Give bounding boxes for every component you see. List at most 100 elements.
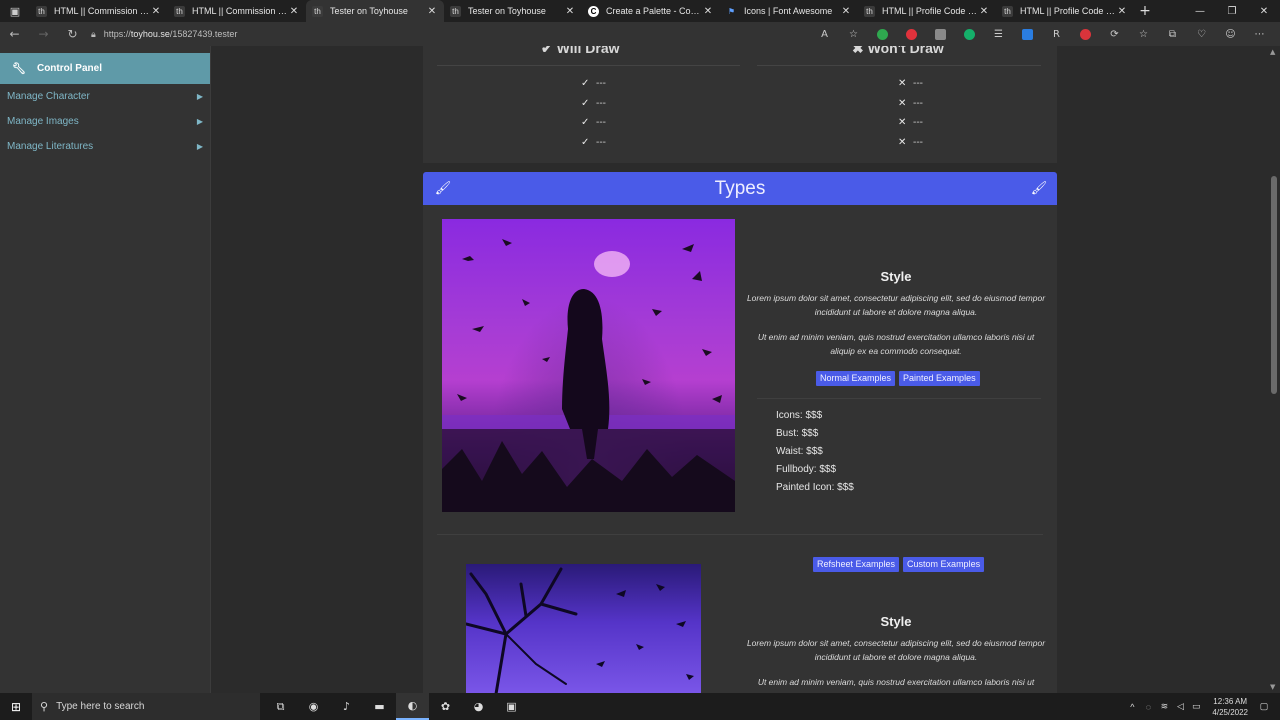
divider — [437, 65, 740, 66]
taskbar-search[interactable]: ⚲ Type here to search — [32, 693, 260, 720]
style-example-image — [466, 564, 701, 693]
sidebar-item-manage-images[interactable]: Manage Images ▶ — [0, 109, 210, 134]
toyhouse-icon: th — [174, 5, 185, 17]
discord-icon[interactable]: ◕ — [462, 693, 495, 720]
browser-tab-bar: ▣ thHTML || Commission Code✕ thHTML || C… — [0, 0, 1280, 22]
close-tab-icon[interactable]: ✕ — [1116, 6, 1128, 17]
extension-r-icon[interactable]: R — [1042, 22, 1071, 46]
edge-browser-icon[interactable]: ◐ — [396, 693, 429, 720]
control-panel-header[interactable]: 🔧︎ Control Panel — [0, 53, 210, 84]
tab-actions-icon[interactable]: ▣ — [0, 0, 30, 22]
windows-taskbar: ⊞ ⚲ Type here to search ⧉ ◉ ♪ ▬ ◐ ✿ ◕ ▣ … — [0, 693, 1280, 720]
extension-blue-icon[interactable] — [1013, 22, 1042, 46]
window-controls: — ❐ ✕ — [1184, 6, 1280, 17]
close-window-icon[interactable]: ✕ — [1248, 6, 1280, 17]
scroll-down-icon[interactable]: ▼ — [1270, 683, 1275, 691]
x-icon: ✕ — [898, 117, 907, 128]
will-draw-heading: ✔ Will Draw — [541, 46, 620, 57]
minimize-icon[interactable]: — — [1184, 6, 1216, 17]
font-awesome-icon: ⚑ — [727, 6, 736, 16]
app-swirl-icon[interactable]: ◉ — [297, 693, 330, 720]
refsheet-examples-button[interactable]: Refsheet Examples — [813, 557, 900, 572]
browser-tab[interactable]: th Tester on Toyhouse ✕ — [444, 0, 582, 22]
more-options-icon[interactable]: ⋯ — [1245, 22, 1274, 46]
tab-label: Create a Palette - Coolors — [606, 6, 702, 16]
extension-green-icon[interactable] — [868, 22, 897, 46]
style-title: Style — [880, 614, 912, 629]
search-placeholder: Type here to search — [56, 701, 145, 712]
close-tab-icon[interactable]: ✕ — [150, 6, 162, 17]
clock-time: 12:36 AM — [1213, 696, 1248, 706]
scroll-up-icon[interactable]: ▲ — [1270, 48, 1275, 56]
search-icon: ⚲ — [40, 701, 49, 713]
task-view-icon[interactable]: ⧉ — [264, 693, 297, 720]
back-icon[interactable]: ← — [0, 27, 29, 41]
favorites-icon[interactable]: ☆ — [1129, 22, 1158, 46]
close-tab-icon[interactable]: ✕ — [978, 6, 990, 17]
keyboard-icon[interactable]: ▭ — [1188, 701, 1204, 712]
close-tab-icon[interactable]: ✕ — [702, 6, 714, 17]
add-favorite-icon[interactable]: ☆ — [839, 22, 868, 46]
toyhouse-icon: th — [312, 5, 323, 17]
browser-tab[interactable]: C Create a Palette - Coolors ✕ — [582, 0, 720, 22]
style-description: Lorem ipsum dolor sit amet, consectetur … — [746, 293, 1046, 317]
tab-label: HTML || Commission Code — [192, 6, 288, 16]
page-scrollbar[interactable]: ▲ ▼ — [1268, 46, 1280, 693]
collections-icon[interactable]: ⧉ — [1158, 22, 1187, 46]
custom-examples-button[interactable]: Custom Examples — [903, 557, 985, 572]
toyhouse-icon: th — [450, 5, 461, 17]
will-draw-text: --- — [596, 117, 606, 128]
wont-draw-text: --- — [913, 117, 923, 128]
notification-icon[interactable]: ▢ — [1256, 701, 1272, 712]
browser-tab[interactable]: th HTML || Profile Code - Pas✕ — [996, 0, 1134, 22]
file-explorer-icon[interactable]: ▬ — [363, 693, 396, 720]
toyhouse-icon: th — [1002, 5, 1013, 17]
extensions-icon[interactable]: ⟳ — [1100, 22, 1129, 46]
browser-tab[interactable]: th HTML || Commission Code✕ — [30, 0, 168, 22]
windows-start-icon[interactable]: ⊞ — [0, 700, 32, 714]
types-title: Types — [714, 177, 766, 199]
will-wont-draw-panel: ✔ Will Draw ✖ Won't Draw ✓ --- ✓ --- ✓ --- … — [423, 46, 1057, 163]
profile-icon[interactable]: ☺ — [1216, 22, 1245, 46]
settings-app-icon[interactable]: ✿ — [429, 693, 462, 720]
painted-examples-button[interactable]: Painted Examples — [899, 371, 980, 386]
price-item: Bust: $$$ — [776, 428, 819, 439]
close-tab-icon[interactable]: ✕ — [426, 6, 438, 17]
browser-tab[interactable]: th HTML || Profile Code on To✕ — [858, 0, 996, 22]
clock[interactable]: 12:36 AM 4/25/2022 — [1212, 696, 1248, 718]
restore-icon[interactable]: ❐ — [1216, 6, 1248, 17]
extension-red-icon[interactable] — [897, 22, 926, 46]
close-tab-icon[interactable]: ✕ — [840, 6, 852, 17]
forward-icon[interactable]: → — [29, 27, 58, 41]
price-item: Painted Icon: $$$ — [776, 482, 854, 493]
wont-draw-item: ✕ --- — [898, 98, 923, 109]
tab-label: Tester on Toyhouse — [330, 6, 408, 16]
music-app-icon[interactable]: ♪ — [330, 693, 363, 720]
browser-tab-active[interactable]: th Tester on Toyhouse ✕ — [306, 0, 444, 22]
url-field[interactable]: 🔒︎ https://toyhou.se/15827439.tester — [91, 29, 791, 40]
network-icon[interactable]: ◌ — [1140, 702, 1156, 712]
close-tab-icon[interactable]: ✕ — [288, 6, 300, 17]
style-example-image — [442, 219, 735, 512]
sidebar-item-manage-character[interactable]: Manage Character ▶ — [0, 84, 210, 109]
refresh-icon[interactable]: ↻ — [58, 27, 87, 41]
sidebar-item-manage-literatures[interactable]: Manage Literatures ▶ — [0, 134, 210, 159]
close-tab-icon[interactable]: ✕ — [564, 6, 576, 17]
read-aloud-icon[interactable]: A — [810, 22, 839, 46]
lock-icon[interactable]: 🔒︎ — [91, 29, 96, 40]
new-tab-icon[interactable]: + — [1134, 3, 1156, 19]
extension-gray-icon[interactable] — [926, 22, 955, 46]
scrollbar-thumb[interactable] — [1271, 176, 1277, 394]
browser-tab[interactable]: ⚑ Icons | Font Awesome ✕ — [720, 0, 858, 22]
extension-list-icon[interactable]: ☰ — [984, 22, 1013, 46]
extension-shield-icon[interactable] — [1071, 22, 1100, 46]
volume-icon[interactable]: ◁ — [1172, 701, 1188, 712]
green-app-icon[interactable]: ▣ — [495, 693, 528, 720]
wont-draw-item: ✕ --- — [898, 137, 923, 148]
normal-examples-button[interactable]: Normal Examples — [816, 371, 896, 386]
browser-tab[interactable]: th HTML || Commission Code✕ — [168, 0, 306, 22]
browser-essentials-icon[interactable]: ♡ — [1187, 22, 1216, 46]
chevron-up-icon[interactable]: ^ — [1124, 702, 1140, 712]
wifi-icon[interactable]: ≋ — [1156, 701, 1172, 712]
grammarly-icon[interactable] — [955, 22, 984, 46]
